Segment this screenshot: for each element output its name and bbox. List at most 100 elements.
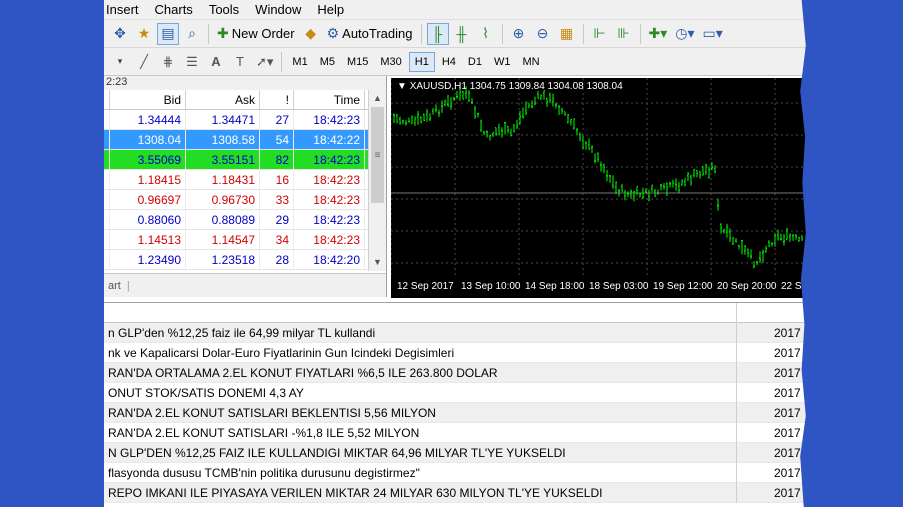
dropdown-arrow[interactable]: ▾ <box>109 51 131 73</box>
market-watch-row[interactable]: 1.23490 1.23518 28 18:42:20 <box>104 250 368 270</box>
menu-bar: Insert Charts Tools Window Help <box>104 0 806 20</box>
scroll-down-icon[interactable]: ▼ <box>369 254 386 271</box>
news-row[interactable]: n GLP'den %12,25 faiz ile 64,99 milyar T… <box>104 323 806 343</box>
news-row[interactable]: N GLP'DEN %12,25 FAIZ ILE KULLANDIGI MIK… <box>104 443 806 463</box>
chart-shift-button[interactable]: ⊩ <box>589 23 611 45</box>
price-chart[interactable]: ▼ XAUUSD,H1 1304.75 1309.84 1304.08 1308… <box>391 78 806 298</box>
candle-bar <box>417 110 419 125</box>
market-watch-row[interactable]: 1.18415 1.18431 16 18:42:23 <box>104 170 368 190</box>
tab-tick-chart[interactable]: art <box>108 280 121 292</box>
new-order-button[interactable]: ✚ New Order <box>214 23 298 45</box>
crosshair-button[interactable]: ✥ <box>109 23 131 45</box>
timeframe-d1[interactable]: D1 <box>463 52 487 72</box>
candle-bar <box>735 238 737 243</box>
scroll-up-icon[interactable]: ▲ <box>369 90 386 107</box>
terminal-window: Insert Charts Tools Window Help ✥ ★ ▤ ⌕ … <box>104 0 806 507</box>
bid-cell: 1.14513 <box>110 230 186 249</box>
menu-help[interactable]: Help <box>309 2 352 17</box>
favorites-button[interactable]: ★ <box>133 23 155 45</box>
market-watch-panel: 2:23 Bid Ask ! Time 1.34444 1.34471 27 18:4… <box>104 76 387 297</box>
candlestick-button[interactable]: ╫ <box>451 23 473 45</box>
tile-windows-button[interactable]: ▦ <box>556 23 578 45</box>
trendline-button[interactable]: ╱ <box>133 51 155 73</box>
market-watch-row[interactable]: 1308.04 1308.58 54 18:42:22 <box>104 130 368 150</box>
ask-column-header[interactable]: Ask <box>186 90 260 109</box>
candle-bar <box>555 102 557 109</box>
candle-bar <box>672 180 674 188</box>
candle-bar <box>522 107 524 119</box>
tile-icon: ▦ <box>559 25 574 41</box>
candle-bar <box>405 120 407 126</box>
news-title: RAN'DA ORTALAMA 2.EL KONUT FIYATLARI %6,… <box>108 365 498 380</box>
timeframe-m15[interactable]: M15 <box>342 52 373 72</box>
candle-bar <box>483 130 485 136</box>
news-title: n GLP'den %12,25 faiz ile 64,99 milyar T… <box>108 325 376 340</box>
timeframe-w1[interactable]: W1 <box>489 52 516 72</box>
data-window-button[interactable]: ⌕ <box>181 23 203 45</box>
news-row[interactable]: RAN'DA 2.EL KONUT SATISLARI BEKLENTISI 5… <box>104 403 806 423</box>
news-row[interactable]: flasyonda dususu TCMB'nin politika durus… <box>104 463 806 483</box>
candle-bar <box>678 182 680 193</box>
ask-cell: 0.96730 <box>186 190 260 209</box>
timeframe-m30[interactable]: M30 <box>375 52 406 72</box>
timeframe-h4[interactable]: H4 <box>437 52 461 72</box>
menu-insert[interactable]: Insert <box>104 2 147 17</box>
bar-chart-button[interactable]: ╟ <box>426 22 449 45</box>
bar-chart-icon: ╟ <box>432 25 443 42</box>
market-watch-tabs: art | <box>104 273 386 297</box>
chart-header: ▼ XAUUSD,H1 1304.75 1309.84 1304.08 1308… <box>397 81 623 92</box>
market-watch-row[interactable]: 0.96697 0.96730 33 18:42:23 <box>104 190 368 210</box>
timeframe-m1[interactable]: M1 <box>287 52 312 72</box>
market-watch-row[interactable]: 3.55069 3.55151 82 18:42:23 <box>104 150 368 170</box>
zoom-in-button[interactable]: ⊕ <box>508 23 530 45</box>
menu-charts[interactable]: Charts <box>147 2 201 17</box>
indicators-button[interactable]: ✚▾ <box>646 23 671 45</box>
market-watch-row[interactable]: 0.88060 0.88089 29 18:42:23 <box>104 210 368 230</box>
news-date: 2017 <box>774 345 801 360</box>
autotrading-label: AutoTrading <box>342 26 413 41</box>
bid-column-header[interactable]: Bid <box>110 90 186 109</box>
news-row[interactable]: REPO IMKANI ILE PIYASAYA VERILEN MIKTAR … <box>104 483 806 503</box>
auto-scroll-button[interactable]: ⊪ <box>613 23 635 45</box>
autotrading-button[interactable]: ⚙ AutoTrading <box>324 23 416 45</box>
metaeditor-button[interactable]: ◆ <box>300 23 322 45</box>
market-watch-row[interactable]: 1.34444 1.34471 27 18:42:23 <box>104 110 368 130</box>
candle-bar <box>657 189 659 195</box>
zoom-out-button[interactable]: ⊖ <box>532 23 554 45</box>
arrows-button[interactable]: ➚▾ <box>253 51 276 73</box>
templates-button[interactable]: ▭▾ <box>700 23 726 45</box>
time-column-header[interactable]: Time <box>294 90 365 109</box>
news-title: N GLP'DEN %12,25 FAIZ ILE KULLANDIGI MIK… <box>108 445 566 460</box>
timeframe-mn[interactable]: MN <box>517 52 544 72</box>
menu-window[interactable]: Window <box>247 2 309 17</box>
text-button[interactable]: A <box>205 51 227 73</box>
menu-tools[interactable]: Tools <box>201 2 247 17</box>
timeframe-m5[interactable]: M5 <box>315 52 340 72</box>
market-watch-row[interactable]: 1.14513 1.14547 34 18:42:23 <box>104 230 368 250</box>
candle-bar <box>693 168 695 178</box>
fibo-fan-button[interactable]: ☰ <box>181 51 203 73</box>
periods-button[interactable]: ◷▾ <box>672 23 697 45</box>
news-panel: n GLP'den %12,25 faiz ile 64,99 milyar T… <box>104 302 806 507</box>
text-label-button[interactable]: T <box>229 51 251 73</box>
candle-bar <box>537 90 539 100</box>
candle-bar <box>612 175 614 189</box>
news-date: 2017 <box>774 425 801 440</box>
spread-column-header[interactable]: ! <box>260 90 294 109</box>
market-watch-scrollbar[interactable]: ▲ ≡ ▼ <box>368 90 386 271</box>
market-watch-button[interactable]: ▤ <box>157 22 179 45</box>
timeframe-h1[interactable]: H1 <box>408 51 435 72</box>
news-row[interactable]: ONUT STOK/SATIS DONEMI 4,3 AY 2017 <box>104 383 806 403</box>
candle-bar <box>615 181 617 194</box>
fibonacci-button[interactable]: ⋕ <box>157 51 179 73</box>
news-row[interactable]: nk ve Kapalicarsi Dolar-Euro Fiyatlarini… <box>104 343 806 363</box>
spread-cell: 54 <box>260 130 294 149</box>
candle-bar <box>687 171 689 181</box>
news-date: 2017 <box>774 325 801 340</box>
news-row[interactable]: RAN'DA ORTALAMA 2.EL KONUT FIYATLARI %6,… <box>104 363 806 383</box>
candle-bar <box>738 244 740 250</box>
toolbar-separator <box>420 23 422 44</box>
news-row[interactable]: RAN'DA 2.EL KONUT SATISLARI -%1,8 ILE 5,… <box>104 423 806 443</box>
line-chart-button[interactable]: ⌇ <box>475 23 497 45</box>
candle-bar <box>609 174 611 183</box>
